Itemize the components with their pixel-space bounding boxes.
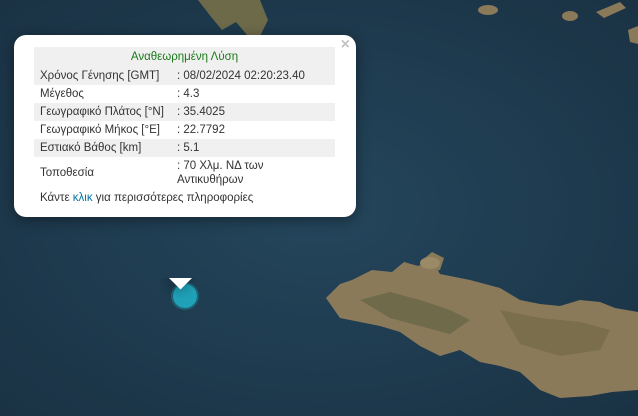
row-label: Γεωγραφικό Μήκος [°E] xyxy=(40,124,160,136)
row-value: : 08/02/2024 02:20:23.40 xyxy=(171,67,335,85)
row-label: Μέγεθος xyxy=(40,88,84,100)
row-label: Εστιακό Βάθος [km] xyxy=(34,139,171,157)
info-table: Αναθεωρημένη Λύση Χρόνος Γένησης [GMT]: … xyxy=(34,47,335,189)
row-label: Γεωγραφικό Πλάτος [°N] xyxy=(34,103,171,121)
row-label: Τοποθεσία xyxy=(40,167,94,179)
earthquake-popup: Αναθεωρημένη Λύση Χρόνος Γένησης [GMT]: … xyxy=(14,35,356,290)
popup-tip xyxy=(160,278,200,298)
more-suffix: για περισσότερες πληροφορίες xyxy=(92,192,254,204)
row-value: : 22.7792 xyxy=(177,124,225,136)
island xyxy=(420,257,440,269)
row-value: : 4.3 xyxy=(177,88,200,100)
popup-content: Αναθεωρημένη Λύση Χρόνος Γένησης [GMT]: … xyxy=(14,35,356,217)
row-value: : 5.1 xyxy=(171,139,335,157)
more-info-link[interactable]: κλικ xyxy=(73,192,93,204)
close-icon[interactable]: × xyxy=(341,37,350,53)
more-info: Κάντε κλικ για περισσότερες πληροφορίες xyxy=(34,192,336,204)
popup-title: Αναθεωρημένη Λύση xyxy=(34,47,335,67)
more-prefix: Κάντε xyxy=(40,192,73,204)
row-value: : 70 Χλμ. ΝΔ των Αντικυθήρων xyxy=(177,160,264,186)
row-label: Χρόνος Γένησης [GMT] xyxy=(34,67,171,85)
row-value: : 35.4025 xyxy=(171,103,335,121)
island xyxy=(478,5,498,15)
island xyxy=(562,11,578,21)
